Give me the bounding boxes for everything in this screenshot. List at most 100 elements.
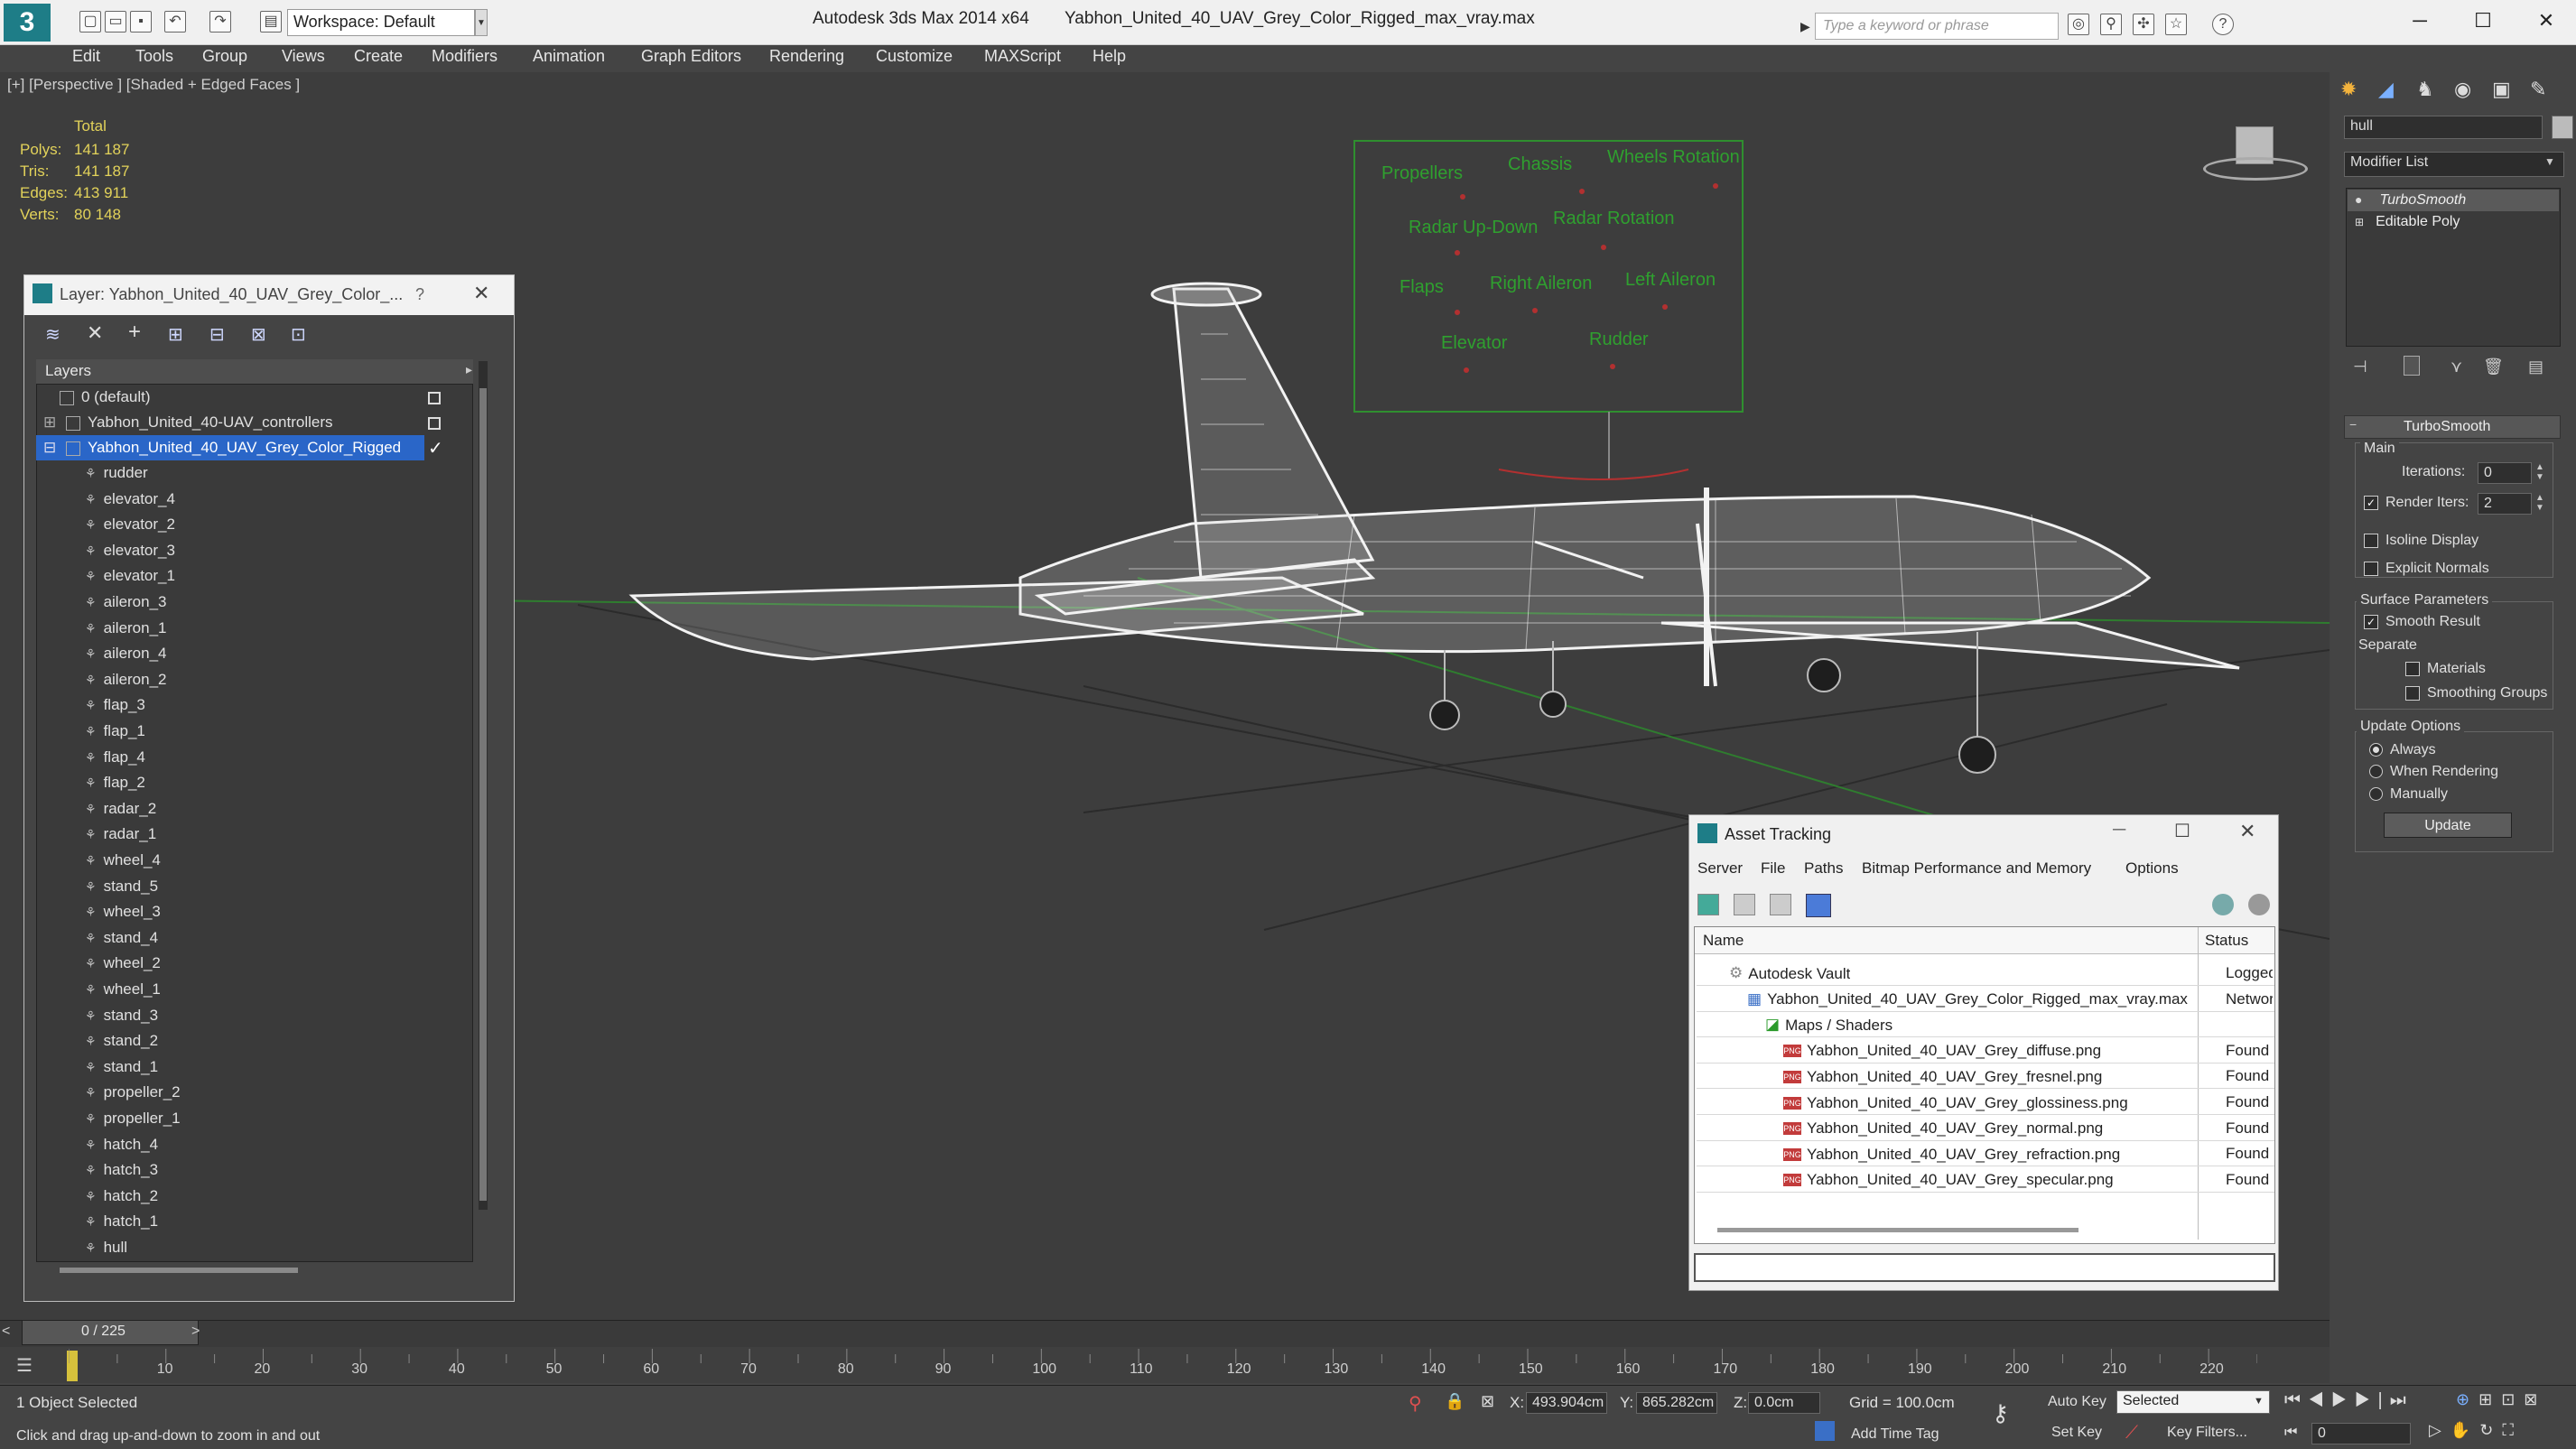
asset-row[interactable]: PNG Yabhon_United_40_UAV_Grey_fresnel.png… — [1697, 1064, 2274, 1090]
layer-object-row[interactable]: ⚘ hatch_4 — [36, 1132, 473, 1157]
add-time-tag[interactable]: Add Time Tag — [1851, 1426, 1939, 1443]
iterations-spinner-arrows-icon[interactable]: ▲ ▼ — [2535, 462, 2544, 482]
playback-controls[interactable]: ⏮◀▶▶|⏭ — [2284, 1390, 2413, 1411]
key-selection-arrow-icon[interactable]: ▼ — [2254, 1396, 2264, 1407]
layer-object-row[interactable]: ⚘ aileron_3 — [36, 590, 473, 615]
layer-object-row[interactable]: ⚘ stand_5 — [36, 874, 473, 899]
isolate-selection-icon[interactable]: ⚲ — [1409, 1392, 1422, 1415]
time-slider-prev-icon[interactable]: < — [2, 1324, 10, 1340]
layer-object-row[interactable]: ⚘ wheel_1 — [36, 977, 473, 1002]
project-folder-icon[interactable]: ▤ — [260, 11, 282, 33]
open-file-icon[interactable]: ▭ — [105, 11, 126, 33]
pan-icon[interactable]: ✋ — [2450, 1421, 2479, 1439]
object-name-field[interactable]: hull — [2344, 116, 2543, 139]
orbit-icon[interactable]: ↻ — [2479, 1421, 2502, 1439]
menu-edit[interactable]: Edit — [72, 47, 100, 66]
hierarchy-tab-icon[interactable]: ♞ — [2416, 78, 2434, 101]
play-icon[interactable]: ▶ — [2331, 1390, 2355, 1410]
iterations-spinner[interactable]: 0 — [2478, 462, 2532, 484]
highlight-layer-icon[interactable]: ⊟ — [209, 323, 225, 346]
explicit-normals-checkbox[interactable] — [2364, 561, 2378, 576]
zoom-all-icon[interactable]: ⊞ — [2478, 1390, 2501, 1408]
field-of-view-icon[interactable]: ▷ — [2429, 1421, 2450, 1439]
app-logo-icon[interactable]: 3 — [4, 4, 51, 42]
layer-object-row[interactable]: ⚘ flap_1 — [36, 719, 473, 744]
layer-object-row[interactable]: ⚘ flap_3 — [36, 692, 473, 718]
make-unique-icon[interactable]: ⋎ — [2450, 358, 2462, 376]
layer-panel-help[interactable]: ? — [415, 285, 424, 304]
show-end-result-icon[interactable] — [2404, 356, 2420, 376]
ctrl-chassis-label[interactable]: Chassis — [1508, 154, 1572, 174]
layer-object-row[interactable]: ⚘ wheel_3 — [36, 899, 473, 924]
render-iters-checkbox[interactable]: ✓ — [2364, 495, 2378, 510]
freeze-all-layers-icon[interactable]: ⊡ — [291, 323, 306, 346]
help-icon[interactable]: ? — [2212, 14, 2234, 35]
utilities-tab-icon[interactable]: ✎ — [2530, 78, 2546, 101]
layers-column-header[interactable]: Layers — [45, 362, 91, 380]
column-menu-icon[interactable]: ▸ — [466, 362, 472, 377]
render-iters-spinner-arrows-icon[interactable]: ▲ ▼ — [2535, 493, 2544, 513]
col-name-header[interactable]: Name — [1703, 932, 1744, 950]
layer-object-row[interactable]: ⚘ wheel_4 — [36, 848, 473, 873]
search-expand-icon[interactable]: ▶ — [1800, 13, 1815, 40]
stack-item-editable-poly[interactable]: ⊞ Editable Poly — [2348, 211, 2559, 233]
menu-tools[interactable]: Tools — [135, 47, 173, 66]
mini-curve-editor-icon[interactable]: ☰ — [16, 1354, 33, 1377]
expand-icon[interactable]: ⊞ — [2355, 216, 2364, 228]
list-view-icon[interactable] — [1734, 894, 1755, 915]
viewcube-icon[interactable] — [2203, 126, 2308, 181]
manually-radio[interactable] — [2369, 787, 2383, 802]
detail-view-icon[interactable] — [1770, 894, 1791, 915]
maximize-button[interactable]: ☐ — [2456, 5, 2510, 36]
select-objects-icon[interactable]: ⊞ — [168, 323, 183, 346]
stack-item-turbosmooth[interactable]: ● TurboSmooth — [2348, 190, 2559, 211]
at-settings-icon[interactable] — [2248, 894, 2270, 915]
ctrl-wheels-rotation-label[interactable]: Wheels Rotation — [1607, 147, 1740, 167]
col-status-header[interactable]: Status — [2205, 932, 2248, 950]
asset-tracking-maximize[interactable]: ☐ — [2174, 820, 2190, 842]
at-menu-bitmap-perf[interactable]: Bitmap Performance and Memory — [1862, 859, 2091, 878]
update-button[interactable]: Update — [2384, 813, 2512, 838]
ctrl-left-aileron-label[interactable]: Left Aileron — [1625, 270, 1716, 290]
layer-row-rigged[interactable]: ⊟ Yabhon_United_40_UAV_Grey_Color_Rigged — [36, 435, 424, 460]
table-view-icon[interactable] — [1806, 894, 1831, 917]
asset-tracking-minimize[interactable]: ─ — [2113, 820, 2125, 841]
layer-object-row[interactable]: ⚘ elevator_2 — [36, 512, 473, 537]
hide-all-layers-icon[interactable]: ⊠ — [251, 323, 266, 346]
at-menu-server[interactable]: Server — [1697, 859, 1743, 878]
layer-object-row[interactable]: ⚘ stand_1 — [36, 1054, 473, 1080]
auto-key-button[interactable]: Auto Key — [2048, 1394, 2106, 1410]
set-key-button[interactable]: Set Key — [2051, 1425, 2102, 1441]
menu-views[interactable]: Views — [282, 47, 325, 66]
menu-animation[interactable]: Animation — [533, 47, 605, 66]
selection-lock-icon[interactable]: 🔒 — [1445, 1392, 1465, 1411]
asset-row[interactable]: PNG Yabhon_United_40_UAV_Grey_glossiness.… — [1697, 1090, 2274, 1115]
at-menu-options[interactable]: Options — [2125, 859, 2179, 878]
layer-default-visible-icon[interactable] — [428, 392, 441, 404]
layer-object-row[interactable]: ⚘ aileron_1 — [36, 616, 473, 641]
motion-tab-icon[interactable]: ◉ — [2454, 78, 2471, 101]
layer-row-default[interactable]: 0 (default) — [36, 385, 473, 410]
pin-stack-icon[interactable]: ⊣ — [2353, 358, 2367, 376]
menu-maxscript[interactable]: MAXScript — [984, 47, 1061, 66]
layer-object-row[interactable]: ⚘ wheel_2 — [36, 951, 473, 976]
at-menu-file[interactable]: File — [1761, 859, 1785, 878]
bulb-icon[interactable]: ● — [2355, 192, 2362, 207]
isoline-checkbox[interactable] — [2364, 533, 2378, 548]
when-rendering-radio[interactable] — [2369, 765, 2383, 779]
close-window-button[interactable]: ✕ — [2519, 5, 2573, 36]
at-menu-paths[interactable]: Paths — [1804, 859, 1843, 878]
prev-frame-icon[interactable]: ◀ — [2308, 1390, 2331, 1410]
collapse-icon[interactable]: ⊟ — [43, 439, 56, 456]
create-layer-icon[interactable]: ≋ — [45, 323, 60, 346]
new-file-icon[interactable]: ▢ — [79, 11, 101, 33]
goto-end-icon[interactable]: ⏭ — [2390, 1390, 2413, 1410]
ctrl-right-aileron-label[interactable]: Right Aileron — [1490, 274, 1592, 293]
add-to-layer-icon[interactable]: + — [128, 320, 141, 345]
zoom-icon[interactable]: ⊕ — [2456, 1390, 2478, 1408]
layer-object-row[interactable]: ⚘ propeller_1 — [36, 1106, 473, 1131]
binoculars-icon[interactable]: ◎ — [2068, 14, 2089, 35]
search-input[interactable]: Type a keyword or phrase — [1815, 13, 2059, 40]
set-key-mode-icon[interactable]: ⚷ — [1992, 1399, 2009, 1427]
set-keys-icon[interactable]: ⟋ — [2125, 1423, 2138, 1444]
